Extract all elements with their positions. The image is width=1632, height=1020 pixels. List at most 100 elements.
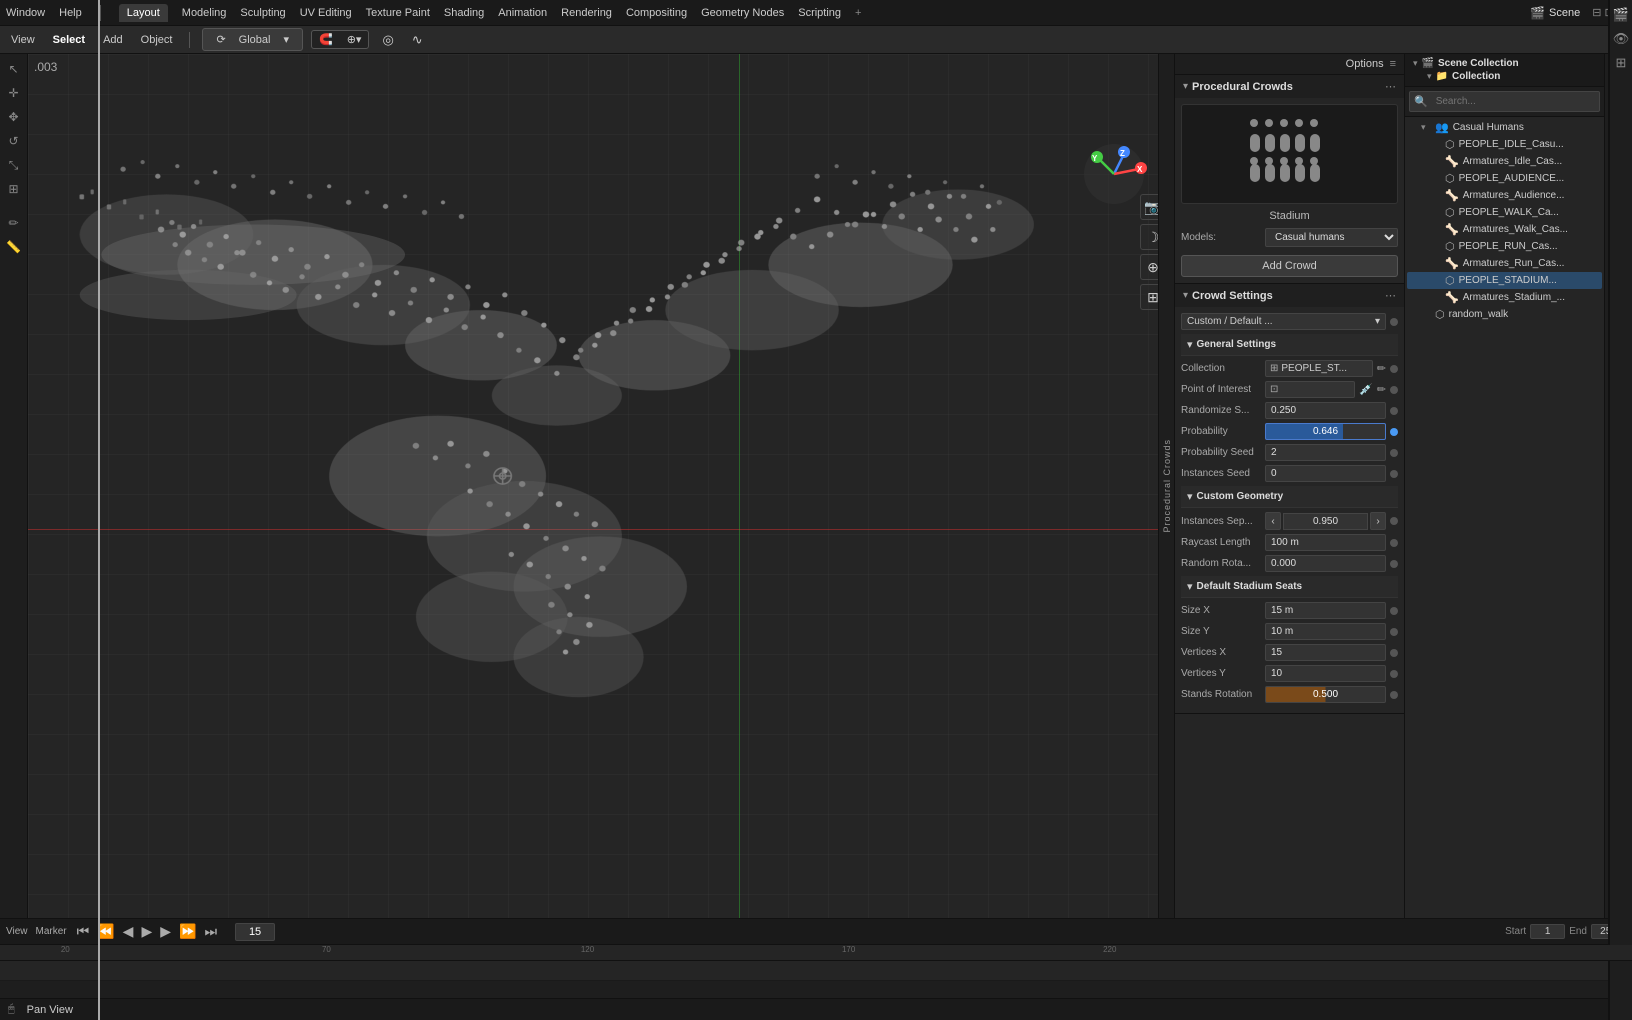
instances-seed-dot[interactable] (1390, 470, 1398, 478)
crowd-settings-header[interactable]: ▾ Crowd Settings ⋯ (1175, 284, 1404, 307)
workspace-tab-modeling[interactable]: Modeling (182, 7, 227, 19)
stands-rotation-dot[interactable] (1390, 691, 1398, 699)
collection-dot[interactable] (1390, 365, 1398, 373)
proportional-edit-btn[interactable]: ◎ (377, 30, 398, 50)
move-tool-icon[interactable]: ✥ (3, 106, 25, 128)
add-menu[interactable]: Add (98, 32, 128, 48)
snap-options-btn[interactable]: ⊕▾ (340, 31, 369, 48)
proportional-falloff-btn[interactable]: ∿ (407, 30, 428, 50)
outliner-item-people-idle[interactable]: ⬡ PEOPLE_IDLE_Casu... (1407, 136, 1602, 153)
vertices-y-value[interactable]: 10 (1265, 665, 1386, 682)
transform-tool-icon[interactable]: ⊞ (3, 178, 25, 200)
raycast-length-value[interactable]: 100 m (1265, 534, 1386, 551)
procedural-crowds-header[interactable]: ▾ Procedural Crowds ⋯ (1175, 75, 1404, 98)
play-button[interactable]: ▶ (139, 921, 154, 942)
scale-tool-icon[interactable]: ⤡ (3, 154, 25, 176)
collection-field[interactable]: ⊞ PEOPLE_ST... (1265, 360, 1373, 377)
random-rota-value[interactable]: 0.000 (1265, 555, 1386, 572)
annotate-tool-icon[interactable]: ✏ (3, 212, 25, 234)
poi-dot[interactable] (1390, 386, 1398, 394)
poi-field[interactable]: ⊡ (1265, 381, 1355, 398)
outliner-item-people-audience[interactable]: ⬡ PEOPLE_AUDIENCE... (1407, 170, 1602, 187)
instances-sep-increment[interactable]: › (1370, 512, 1386, 530)
workspace-tab-sculpting[interactable]: Sculpting (240, 7, 285, 19)
snap-btn[interactable]: 🧲 (312, 31, 340, 48)
size-y-dot[interactable] (1390, 628, 1398, 636)
view-menu[interactable]: View (6, 32, 40, 48)
outliner-item-armatures-stadium[interactable]: 🦴 Armatures_Stadium_... (1407, 289, 1602, 306)
vertices-y-dot[interactable] (1390, 670, 1398, 678)
workspace-tab-animation[interactable]: Animation (498, 7, 547, 19)
outliner-item-casual-humans[interactable]: ▾ 👥 Casual Humans (1407, 119, 1602, 136)
outliner-item-armatures-walk[interactable]: 🦴 Armatures_Walk_Cas... (1407, 221, 1602, 238)
add-crowd-button[interactable]: Add Crowd (1181, 255, 1398, 277)
custom-default-dot[interactable] (1390, 318, 1398, 326)
crowd-settings-menu-icon[interactable]: ⋯ (1385, 289, 1396, 302)
props-tab-filter-icon[interactable]: ⊞ (1610, 54, 1632, 74)
menu-help[interactable]: Help (59, 7, 82, 19)
vertices-x-dot[interactable] (1390, 649, 1398, 657)
workspace-tab-texturepaint[interactable]: Texture Paint (366, 7, 430, 19)
models-select[interactable]: Casual humans (1265, 228, 1398, 247)
jump-end-button[interactable]: ⏭ (202, 921, 219, 942)
instances-seed-value[interactable]: 0 (1265, 465, 1386, 482)
probability-seed-value[interactable]: 2 (1265, 444, 1386, 461)
randomize-s-value[interactable]: 0.250 (1265, 402, 1386, 419)
vertices-x-value[interactable]: 15 (1265, 644, 1386, 661)
viewport-3d[interactable]: Z X Y 📷 ☽ ⊕ ⊞ .003 Procedural Crowds (28, 54, 1174, 918)
step-forward-button[interactable]: ▶ (158, 921, 173, 942)
workspace-tab-layout[interactable]: Layout (119, 4, 168, 22)
select-tool-icon[interactable]: ↖ (3, 58, 25, 80)
random-rota-dot[interactable] (1390, 560, 1398, 568)
outliner-item-people-walk[interactable]: ⬡ PEOPLE_WALK_Ca... (1407, 204, 1602, 221)
outliner-search-input[interactable] (1432, 94, 1595, 109)
instances-sep-input[interactable]: 0.950 (1283, 513, 1368, 530)
general-settings-header[interactable]: ▾ General Settings (1181, 334, 1398, 356)
size-y-value[interactable]: 10 m (1265, 623, 1386, 640)
collection-edit-icon[interactable]: ✏ (1377, 362, 1386, 375)
probability-dot[interactable] (1390, 428, 1398, 436)
randomize-s-dot[interactable] (1390, 407, 1398, 415)
next-keyframe-button[interactable]: ⏩ (177, 921, 198, 942)
poi-edit-icon[interactable]: ✏ (1377, 383, 1386, 396)
transform-selector[interactable]: ⟳ Global ▾ (202, 28, 303, 51)
custom-geometry-header[interactable]: ▾ Custom Geometry (1181, 486, 1398, 508)
outliner-item-armatures-idle[interactable]: 🦴 Armatures_Idle_Cas... (1407, 153, 1602, 170)
rotate-tool-icon[interactable]: ↺ (3, 130, 25, 152)
options-button[interactable]: Options (1346, 58, 1384, 70)
size-x-value[interactable]: 15 m (1265, 602, 1386, 619)
outliner-item-people-stadium[interactable]: ⬡ PEOPLE_STADIUM... (1407, 272, 1602, 289)
start-frame-input[interactable]: 1 (1530, 924, 1565, 939)
section-menu-icon[interactable]: ⋯ (1385, 80, 1396, 93)
workspace-tab-uv[interactable]: UV Editing (300, 7, 352, 19)
select-menu[interactable]: Select (48, 32, 90, 48)
instances-sep-decrement[interactable]: ‹ (1265, 512, 1281, 530)
view-menu-tl[interactable]: View (6, 926, 28, 937)
workspace-tab-rendering[interactable]: Rendering (561, 7, 612, 19)
measure-tool-icon[interactable]: 📏 (3, 236, 25, 258)
stadium-seats-header[interactable]: ▾ Default Stadium Seats (1181, 576, 1398, 598)
cursor-tool-icon[interactable]: ✛ (3, 82, 25, 104)
workspace-tab-compositing[interactable]: Compositing (626, 7, 687, 19)
outliner-item-armatures-run[interactable]: 🦴 Armatures_Run_Cas... (1407, 255, 1602, 272)
outliner-item-random-walk[interactable]: ⬡ random_walk (1407, 306, 1602, 323)
jump-start-button[interactable]: ⏮ (75, 921, 92, 942)
add-workspace-btn[interactable]: + (855, 7, 861, 19)
poi-eyedropper-icon[interactable]: 💉 (1359, 383, 1373, 396)
object-menu[interactable]: Object (136, 32, 178, 48)
menu-window[interactable]: Window (6, 7, 45, 19)
panel-menu-icon[interactable]: ≡ (1390, 58, 1396, 70)
size-x-dot[interactable] (1390, 607, 1398, 615)
scene-name[interactable]: Scene (1549, 7, 1580, 19)
probability-value[interactable]: 0.646 (1265, 423, 1386, 440)
workspace-tab-shading[interactable]: Shading (444, 7, 484, 19)
stands-rotation-value[interactable]: 0.500 (1265, 686, 1386, 703)
raycast-length-dot[interactable] (1390, 539, 1398, 547)
workspace-tab-scripting[interactable]: Scripting (798, 7, 841, 19)
instances-sep-dot[interactable] (1390, 517, 1398, 525)
marker-menu-tl[interactable]: Marker (36, 926, 67, 937)
step-back-button[interactable]: ◀ (121, 921, 136, 942)
outliner-item-armatures-audience[interactable]: 🦴 Armatures_Audience... (1407, 187, 1602, 204)
workspace-tab-geonodes[interactable]: Geometry Nodes (701, 7, 784, 19)
procedural-crowds-tab[interactable]: Procedural Crowds (1158, 54, 1174, 918)
